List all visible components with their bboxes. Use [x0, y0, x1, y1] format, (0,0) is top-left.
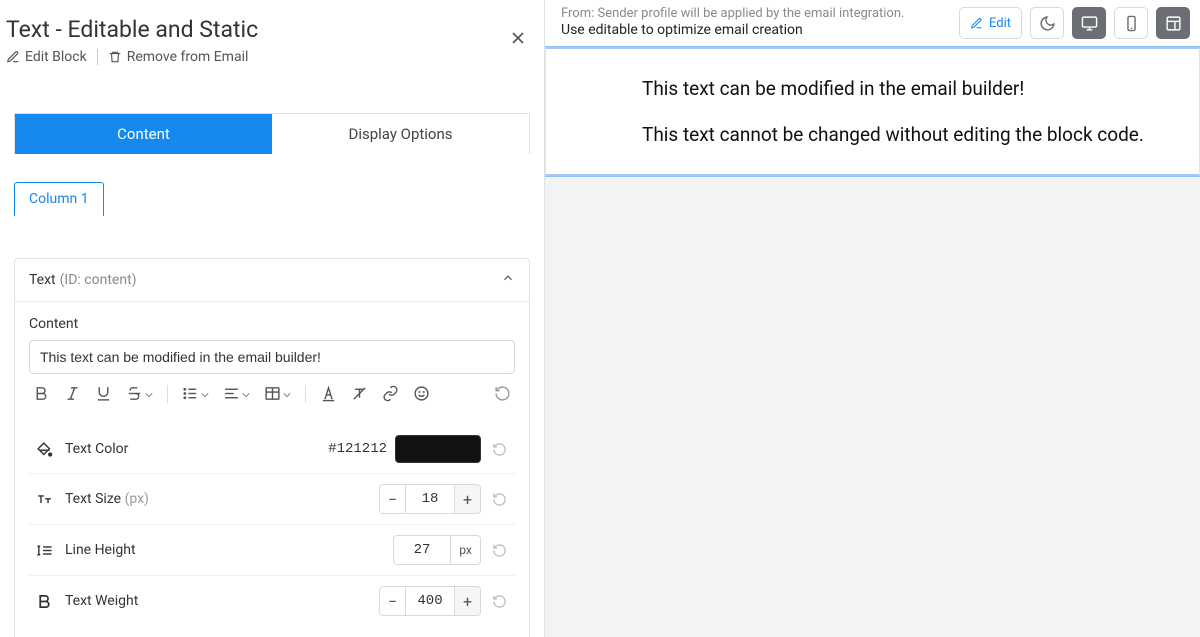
dark-mode-toggle[interactable]: [1030, 7, 1064, 39]
mobile-view-button[interactable]: [1114, 7, 1148, 39]
trash-icon: [108, 50, 122, 64]
italic-button[interactable]: [64, 385, 81, 402]
accordion-header[interactable]: Text (ID: content): [15, 259, 529, 302]
text-size-increment[interactable]: +: [454, 485, 480, 513]
line-height-reset[interactable]: [489, 540, 509, 560]
pencil-icon: [6, 50, 20, 64]
table-button[interactable]: [264, 384, 291, 403]
subject-line: Use editable to optimize email creation: [561, 22, 904, 40]
text-color-reset[interactable]: [489, 439, 509, 459]
preview-topbar: From: Sender profile will be applied by …: [545, 0, 1200, 47]
bold-button[interactable]: [33, 385, 50, 402]
bold-icon: [35, 593, 53, 610]
layout-view-button[interactable]: [1156, 7, 1190, 39]
prop-text-weight: Text Weight − 400 +: [29, 575, 515, 626]
text-weight-value[interactable]: 400: [406, 587, 454, 615]
edit-header-label: Edit: [989, 16, 1011, 31]
prop-text-size: Text Size (px) − 18 +: [29, 473, 515, 524]
close-panel-button[interactable]: [508, 28, 528, 52]
mobile-icon: [1123, 15, 1140, 32]
clear-format-button[interactable]: [351, 385, 368, 402]
text-block-accordion: Text (ID: content) Content: [14, 258, 530, 637]
line-height-label: Line Height: [65, 542, 136, 558]
text-weight-increment[interactable]: +: [454, 587, 480, 615]
text-color-swatch[interactable]: [395, 435, 481, 463]
text-color-hex: #121212: [328, 441, 387, 457]
content-text-input[interactable]: [29, 340, 515, 374]
emoji-button[interactable]: [413, 385, 430, 402]
rich-text-toolbar: [29, 374, 515, 407]
tab-column-1[interactable]: Column 1: [14, 182, 104, 216]
accordion-title: Text: [29, 272, 56, 288]
accordion-id: (ID: content): [60, 272, 137, 288]
tab-display-options[interactable]: Display Options: [272, 114, 529, 154]
text-weight-stepper: − 400 +: [379, 586, 481, 616]
from-note: Sender profile will be applied by the em…: [598, 6, 905, 21]
text-color-label: Text Color: [65, 441, 128, 457]
prop-line-height: Line Height 27 px: [29, 524, 515, 575]
strikethrough-button[interactable]: [126, 384, 153, 403]
desktop-icon: [1081, 15, 1098, 32]
text-size-reset[interactable]: [489, 489, 509, 509]
edit-header-button[interactable]: Edit: [959, 7, 1022, 39]
text-size-value[interactable]: 18: [406, 485, 454, 513]
line-height-icon: [35, 542, 53, 559]
moon-icon: [1039, 15, 1056, 32]
font-color-button[interactable]: [320, 385, 337, 402]
chevron-up-icon: [501, 271, 515, 289]
remove-label: Remove from Email: [127, 49, 249, 65]
line-height-input[interactable]: 27 px: [393, 535, 481, 565]
underline-button[interactable]: [95, 385, 112, 402]
text-size-icon: [35, 491, 53, 508]
prop-text-color: Text Color #121212: [29, 425, 515, 473]
text-weight-label: Text Weight: [65, 593, 138, 609]
remove-from-email-action[interactable]: Remove from Email: [108, 49, 249, 65]
pencil-icon: [970, 17, 983, 30]
from-label: From:: [561, 6, 594, 21]
text-weight-reset[interactable]: [489, 591, 509, 611]
text-size-stepper: − 18 +: [379, 484, 481, 514]
edit-block-action[interactable]: Edit Block: [6, 49, 87, 65]
email-preview-block[interactable]: This text can be modified in the email b…: [545, 47, 1200, 176]
desktop-view-button[interactable]: [1072, 7, 1106, 39]
text-size-decrement[interactable]: −: [380, 485, 406, 513]
inspector-panel: Text - Editable and Static Edit Block Re…: [0, 0, 545, 637]
editor-tabs: Content Display Options: [14, 113, 530, 154]
separator: [97, 49, 98, 65]
preview-line-editable: This text can be modified in the email b…: [642, 75, 1159, 103]
align-button[interactable]: [223, 384, 250, 403]
close-icon: [508, 28, 528, 48]
text-size-unit-hint: (px): [125, 491, 149, 507]
preview-pane: From: Sender profile will be applied by …: [545, 0, 1200, 637]
line-height-value: 27: [394, 536, 450, 564]
text-weight-decrement[interactable]: −: [380, 587, 406, 615]
reset-text-button[interactable]: [494, 385, 511, 402]
preview-line-static: This text cannot be changed without edit…: [642, 121, 1159, 149]
edit-block-label: Edit Block: [25, 49, 87, 65]
text-size-label: Text Size: [65, 491, 125, 507]
tab-content[interactable]: Content: [15, 114, 272, 154]
panel-title: Text - Editable and Static: [6, 16, 528, 43]
list-button[interactable]: [182, 384, 209, 403]
paint-bucket-icon: [35, 441, 53, 458]
link-button[interactable]: [382, 385, 399, 402]
layout-icon: [1165, 15, 1182, 32]
line-height-unit: px: [450, 536, 480, 564]
content-field-label: Content: [29, 316, 515, 332]
